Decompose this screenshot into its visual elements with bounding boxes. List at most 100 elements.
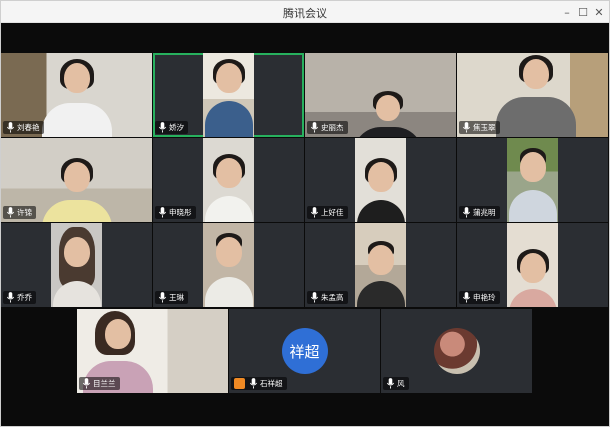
participant-tile[interactable]: 王琳 [153, 223, 304, 307]
person-face [63, 63, 90, 93]
person-body [204, 277, 253, 307]
participant-name: 申晓彤 [169, 208, 192, 217]
participant-name: 申艳玲 [473, 293, 496, 302]
participant-label: 王琳 [155, 291, 188, 304]
participant-tile[interactable]: 风 [381, 309, 532, 393]
participant-name: 娇汐 [169, 123, 184, 132]
participant-tile[interactable]: 刘春艳 [1, 53, 152, 137]
participant-label: 娇汐 [155, 121, 188, 134]
meeting-window: 腾讯会议 – ☐ ✕ 刘春艳 娇汐 史丽杰 焦玉翠 许锦 申晓彤 上好佳 蒲兆明… [0, 0, 610, 427]
microphone-icon [310, 122, 319, 133]
microphone-icon [462, 292, 471, 303]
person-face [519, 152, 546, 182]
person-body [41, 200, 112, 222]
person-body [52, 281, 101, 307]
video-grid: 刘春艳 娇汐 史丽杰 焦玉翠 许锦 申晓彤 上好佳 蒲兆明 乔乔 王琳 朱孟高 … [1, 23, 609, 426]
participant-name: 石祥超 [260, 379, 283, 388]
title-bar: 腾讯会议 – ☐ ✕ [1, 1, 609, 23]
person-body [508, 289, 557, 307]
microphone-icon [310, 207, 319, 218]
participant-tile[interactable]: 焦玉翠 [457, 53, 608, 137]
person-face [376, 95, 401, 121]
participant-label: 目兰兰 [79, 377, 120, 390]
video-feed [51, 223, 102, 307]
video-feed [203, 53, 254, 137]
participant-label: 风 [383, 377, 409, 390]
video-feed [355, 138, 406, 222]
participant-tile[interactable]: 申晓彤 [153, 138, 304, 222]
participant-name: 刘春艳 [17, 123, 40, 132]
maximize-button[interactable]: ☐ [575, 4, 591, 20]
person-face [367, 245, 394, 275]
participant-name: 目兰兰 [93, 379, 116, 388]
minimize-button[interactable]: – [559, 4, 575, 20]
window-title: 腾讯会议 [283, 7, 327, 20]
participant-tile-active-speaker[interactable]: 娇汐 [153, 53, 304, 137]
participant-tile[interactable]: 许锦 [1, 138, 152, 222]
participant-label: 上好佳 [307, 206, 348, 219]
video-feed [203, 138, 254, 222]
participant-tile[interactable]: 乔乔 [1, 223, 152, 307]
participant-tile[interactable]: 目兰兰 [77, 309, 228, 393]
participant-tile[interactable]: 朱孟高 [305, 223, 456, 307]
participant-tile[interactable]: 蒲兆明 [457, 138, 608, 222]
person-face [215, 63, 242, 93]
microphone-icon [386, 378, 395, 389]
person-body [356, 281, 405, 307]
participant-name: 蒲兆明 [473, 208, 496, 217]
participant-name: 许锦 [17, 208, 32, 217]
person-face [104, 319, 131, 349]
person-body [204, 196, 253, 222]
person-face [63, 237, 90, 267]
participant-name: 焦玉翠 [473, 123, 496, 132]
microphone-icon [82, 378, 91, 389]
participant-label: 申艳玲 [459, 291, 500, 304]
participant-name: 上好佳 [321, 208, 344, 217]
person-body [495, 97, 576, 137]
microphone-icon [462, 122, 471, 133]
participant-label: 乔乔 [3, 291, 36, 304]
participant-label: 许锦 [3, 206, 36, 219]
person-face [215, 158, 242, 188]
person-face [519, 253, 546, 283]
microphone-icon [310, 292, 319, 303]
person-body [508, 190, 557, 222]
participant-name: 乔乔 [17, 293, 32, 302]
person-face [367, 162, 394, 192]
microphone-icon [158, 207, 167, 218]
participant-label: 申晓彤 [155, 206, 196, 219]
participant-name: 朱孟高 [321, 293, 344, 302]
participant-name: 史丽杰 [321, 123, 344, 132]
microphone-icon [6, 207, 15, 218]
avatar-photo [433, 328, 480, 374]
close-button[interactable]: ✕ [591, 4, 607, 20]
person-face [215, 237, 242, 267]
participant-name: 王琳 [169, 293, 184, 302]
avatar: 祥超 [281, 328, 328, 374]
video-feed [203, 223, 254, 307]
person-body [204, 101, 253, 137]
participant-name: 风 [397, 379, 405, 388]
person-body [353, 127, 424, 137]
microphone-icon [6, 292, 15, 303]
screen-share-icon [234, 378, 245, 389]
microphone-icon [158, 292, 167, 303]
participant-label: 史丽杰 [307, 121, 348, 134]
participant-tile[interactable]: 申艳玲 [457, 223, 608, 307]
participant-tile[interactable]: 上好佳 [305, 138, 456, 222]
participant-tile[interactable]: 祥超 石祥超 [229, 309, 380, 393]
video-feed [507, 223, 558, 307]
person-face [522, 59, 549, 89]
participant-label: 蒲兆明 [459, 206, 500, 219]
participant-label: 朱孟高 [307, 291, 348, 304]
microphone-icon [249, 378, 258, 389]
person-body [356, 200, 405, 222]
participant-label: 刘春艳 [3, 121, 44, 134]
participant-label: 石祥超 [231, 377, 287, 390]
microphone-icon [6, 122, 15, 133]
microphone-icon [462, 207, 471, 218]
microphone-icon [158, 122, 167, 133]
participant-tile[interactable]: 史丽杰 [305, 53, 456, 137]
video-feed [507, 138, 558, 222]
person-body [41, 103, 112, 137]
